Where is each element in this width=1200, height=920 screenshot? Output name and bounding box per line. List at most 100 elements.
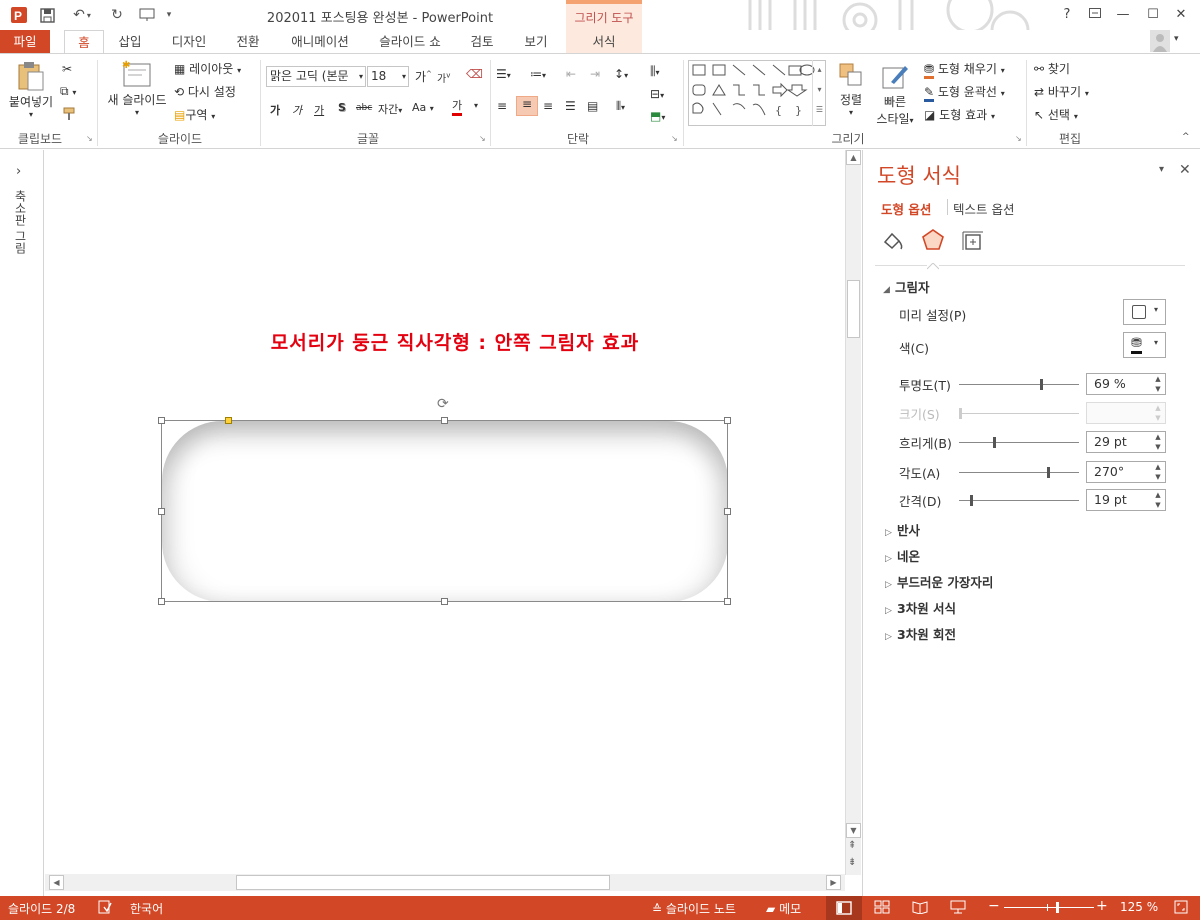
save-icon[interactable]	[36, 5, 58, 25]
customize-qat-icon[interactable]: ▾	[162, 5, 176, 25]
property-spinbox[interactable]: 69 % ▲ ▼	[1086, 373, 1166, 395]
italic-button[interactable]: 가	[292, 102, 302, 118]
section-collapsed[interactable]: ▷ 3차원 서식	[885, 598, 956, 617]
collapse-ribbon-icon[interactable]: ^	[1182, 132, 1190, 142]
spinner-arrows-icon[interactable]: ▲ ▼	[1151, 374, 1165, 394]
underline-button[interactable]: 가	[314, 102, 324, 118]
redo-icon[interactable]: ↻	[106, 5, 128, 25]
tab-design[interactable]: 디자인	[164, 30, 214, 54]
resize-handle-nw[interactable]	[158, 417, 165, 424]
expand-thumbnails-icon[interactable]: ›	[16, 164, 21, 179]
grow-font-icon[interactable]: 가^	[415, 68, 432, 85]
reading-view-icon[interactable]	[912, 900, 928, 917]
fill-line-icon[interactable]	[881, 230, 905, 255]
notes-button[interactable]: ≙ 슬라이드 노트	[652, 900, 736, 917]
increase-indent-icon[interactable]: ⇥	[590, 67, 600, 81]
replace-button[interactable]: ⇄ 바꾸기 ▾	[1034, 83, 1089, 100]
clipboard-launcher-icon[interactable]: ↘	[86, 134, 93, 143]
spinner-arrows-icon[interactable]: ▲ ▼	[1151, 432, 1165, 452]
scroll-up-icon[interactable]: ▲	[846, 150, 861, 165]
resize-handle-sw[interactable]	[158, 598, 165, 605]
font-color-button[interactable]: 가	[452, 99, 463, 116]
section-collapsed[interactable]: ▷ 네온	[885, 546, 920, 565]
tab-animations[interactable]: 애니메이션	[284, 30, 356, 54]
spinner-arrows-icon[interactable]: ▲ ▼	[1151, 490, 1165, 510]
property-spinbox[interactable]: 270° ▲ ▼	[1086, 461, 1166, 483]
shrink-font-icon[interactable]: 가v	[437, 70, 450, 85]
resize-handle-w[interactable]	[158, 508, 165, 515]
language-indicator[interactable]: 한국어	[130, 900, 163, 917]
shapes-gallery-scroll[interactable]: ▴ ▾ ☰	[812, 60, 826, 126]
section-shadow[interactable]: ◢ 그림자	[883, 277, 930, 296]
resize-handle-s[interactable]	[441, 598, 448, 605]
section-collapsed[interactable]: ▷ 부드러운 가장자리	[885, 572, 993, 591]
scroll-left-icon[interactable]: ◀	[49, 875, 64, 890]
user-avatar[interactable]	[1150, 30, 1170, 52]
resize-handle-n[interactable]	[441, 417, 448, 424]
tab-transitions[interactable]: 전환	[228, 30, 268, 54]
minimize-icon[interactable]: —	[1112, 4, 1134, 26]
scroll-down-icon[interactable]: ▼	[846, 823, 861, 838]
slide-count[interactable]: 슬라이드 2/8	[8, 900, 75, 917]
account-dropdown-icon[interactable]: ▾	[1174, 34, 1179, 44]
maximize-icon[interactable]: ☐	[1142, 4, 1164, 26]
char-spacing-button[interactable]: 자간▾	[378, 101, 402, 117]
spell-check-icon[interactable]	[98, 900, 112, 917]
arrange-button[interactable]: 정렬 ▾	[836, 62, 866, 117]
justify-icon[interactable]: ☰	[565, 99, 576, 113]
numbering-icon[interactable]: ≔▾	[530, 67, 546, 81]
select-button[interactable]: ↖ 선택 ▾	[1034, 106, 1078, 123]
zoom-level[interactable]: 125 %	[1120, 900, 1158, 914]
font-launcher-icon[interactable]: ↘	[479, 134, 486, 143]
drawing-launcher-icon[interactable]: ↘	[1015, 134, 1022, 143]
font-size-combo[interactable]: 18 ▾	[367, 66, 409, 87]
next-slide-icon[interactable]: ⇟	[848, 857, 856, 868]
tab-view[interactable]: 보기	[516, 30, 556, 54]
property-slider[interactable]	[959, 437, 1079, 448]
find-button[interactable]: ⚯ 찾기	[1034, 60, 1070, 77]
undo-icon[interactable]: ↶ ▾	[66, 5, 98, 25]
change-case-button[interactable]: Aa ▾	[412, 101, 434, 114]
property-slider[interactable]	[959, 495, 1079, 506]
section-collapsed[interactable]: ▷ 3차원 회전	[885, 624, 956, 643]
align-text-icon[interactable]: ⊟▾	[650, 87, 664, 101]
comments-button[interactable]: ▰ 메모	[766, 900, 801, 917]
shapes-gallery[interactable]: {}	[688, 60, 826, 126]
shape-outline-button[interactable]: ✎ 도형 윤곽선 ▾	[924, 83, 1005, 102]
scroll-right-icon[interactable]: ▶	[826, 875, 841, 890]
fit-to-window-icon[interactable]	[1174, 900, 1188, 917]
shadow-button[interactable]: S	[338, 101, 346, 114]
present-from-start-icon[interactable]	[136, 5, 158, 25]
ribbon-display-options-icon[interactable]	[1084, 4, 1106, 26]
effects-pentagon-icon[interactable]	[921, 228, 945, 255]
columns-icon[interactable]: ⫴▾	[616, 99, 625, 114]
pane-options-icon[interactable]: ▾	[1159, 164, 1164, 175]
spinner-arrows-icon[interactable]: ▲ ▼	[1151, 403, 1165, 423]
zoom-slider[interactable]	[1004, 902, 1094, 913]
align-center-icon[interactable]: ≡	[516, 96, 538, 116]
reset-button[interactable]: ⟲ 다시 설정	[174, 83, 236, 100]
paragraph-launcher-icon[interactable]: ↘	[671, 134, 678, 143]
thumbnail-pane-label[interactable]: 축소판 그림	[12, 190, 29, 254]
text-direction-icon[interactable]: ⫼▾	[650, 64, 660, 79]
clear-format-icon[interactable]: ⌫	[466, 67, 483, 81]
slider-thumb[interactable]	[1040, 379, 1043, 390]
resize-handle-e[interactable]	[724, 508, 731, 515]
vertical-scrollbar[interactable]: ▲ ▼ ⇞ ⇟	[845, 150, 861, 875]
pane-close-icon[interactable]: ✕	[1179, 162, 1191, 178]
horizontal-scroll-thumb[interactable]	[236, 875, 610, 890]
tab-shape-options[interactable]: 도형 옵션	[881, 199, 931, 218]
align-right-icon[interactable]: ≡	[543, 99, 553, 113]
property-slider[interactable]	[959, 379, 1079, 390]
adjust-handle[interactable]	[225, 417, 232, 424]
line-spacing-icon[interactable]: ↕▾	[614, 67, 628, 81]
cut-icon[interactable]: ✂	[62, 62, 72, 76]
smartart-icon[interactable]: ⬒▾	[650, 109, 665, 123]
bold-button[interactable]: 가	[270, 102, 280, 118]
quick-styles-button[interactable]: 빠른 스타일▾	[872, 62, 918, 127]
normal-view-button[interactable]	[826, 896, 862, 920]
tab-file[interactable]: 파일	[0, 30, 50, 54]
tab-slideshow[interactable]: 슬라이드 쇼	[372, 30, 448, 54]
size-properties-icon[interactable]	[961, 230, 985, 255]
slider-thumb[interactable]	[970, 495, 973, 506]
